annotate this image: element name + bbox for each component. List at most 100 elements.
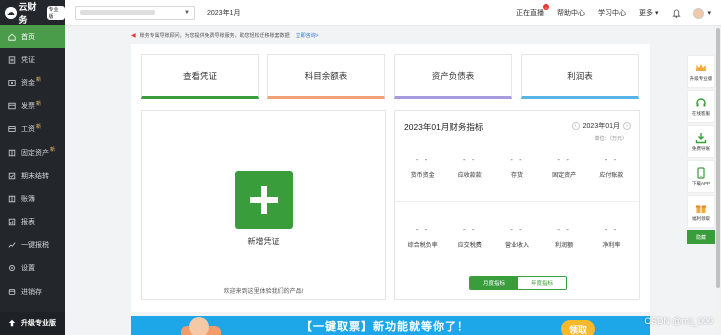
avatar[interactable] bbox=[693, 7, 705, 19]
balance-sheet-tile[interactable]: 资产负债表 bbox=[394, 54, 512, 99]
metric-item: - - 应交税费 bbox=[448, 225, 492, 249]
app-logo[interactable]: ☁ 云财务 专业版 bbox=[0, 0, 65, 25]
sidebar-item-asset[interactable]: 固定资产新 bbox=[0, 141, 65, 164]
annual-indicator-tab[interactable]: 年度指标 bbox=[518, 277, 566, 289]
income-statement-tile[interactable]: 利润表 bbox=[521, 54, 639, 99]
hide-rail-button[interactable]: 隐藏 bbox=[687, 230, 715, 244]
rail-item-import[interactable]: 免费导账 bbox=[687, 125, 715, 158]
sidebar-item-label: 工资 bbox=[21, 126, 35, 134]
rail-item-headset[interactable]: 在线客服 bbox=[687, 90, 715, 123]
sidebar: ☁ 云财务 专业版 首页 凭证 资金新发票新工资新固定资产新期末结转 账簿 报表 一键报税… bbox=[0, 0, 65, 335]
metric-value: - - bbox=[463, 155, 477, 164]
plus-icon bbox=[250, 186, 278, 214]
new-badge: 新 bbox=[50, 146, 56, 153]
current-period[interactable]: 2023年1月 bbox=[207, 8, 240, 18]
banner-text: 【一键取票】新功能就等你了！ bbox=[301, 320, 469, 333]
sidebar-item-fund[interactable]: 资金新 bbox=[0, 71, 65, 94]
view-voucher-tile[interactable]: 查看凭证 bbox=[141, 54, 259, 99]
sidebar-item-label: 发票 bbox=[21, 103, 35, 111]
rail-item-crown[interactable]: 升级专业版 bbox=[687, 55, 715, 88]
more-menu[interactable]: 更多 ▾ bbox=[639, 8, 658, 18]
metric-label: 固定资产 bbox=[552, 173, 577, 179]
metric-value: - - bbox=[415, 155, 430, 164]
next-month-icon[interactable]: › bbox=[623, 122, 631, 130]
invoice-icon bbox=[7, 102, 16, 111]
finance-title: 2023年01月财务指标 bbox=[404, 122, 484, 132]
metric-value: - - bbox=[510, 225, 524, 234]
metric-label: 应交税费 bbox=[457, 243, 482, 249]
notice-bar: ◀ 账务专属导账顾问，为您提供免费导账服务，助您轻松迁移账套数据 立即咨询> bbox=[131, 30, 650, 41]
sidebar-item-label: 资金 bbox=[21, 79, 35, 87]
rail-item-mobile[interactable]: 下载APP bbox=[687, 160, 715, 193]
avatar-chevron-icon[interactable]: ▾ bbox=[707, 9, 711, 17]
report-icon bbox=[7, 218, 16, 227]
sidebar-item-report[interactable]: 报表 bbox=[0, 211, 65, 234]
promo-banner[interactable]: 【一键取票】新功能就等你了！ 领取 bbox=[131, 316, 650, 335]
finance-unit: 单位：（万元） bbox=[594, 136, 627, 142]
metric-label: 存货 bbox=[510, 173, 523, 179]
banner-character-icon bbox=[189, 317, 209, 335]
sidebar-item-invoice[interactable]: 发票新 bbox=[0, 95, 65, 118]
live-label: 正在直播 bbox=[516, 10, 545, 17]
closing-icon bbox=[7, 171, 16, 180]
metric-value: - - bbox=[557, 225, 571, 234]
sidebar-item-closing[interactable]: 期末结转 bbox=[0, 164, 65, 187]
company-selector[interactable]: ▼ bbox=[75, 5, 195, 20]
sidebar-item-salary[interactable]: 工资新 bbox=[0, 118, 65, 141]
sidebar-item-voucher[interactable]: 凭证 bbox=[0, 48, 65, 71]
sidebar-item-inventory[interactable]: 进销存 bbox=[0, 280, 65, 303]
metric-item: - - 存货 bbox=[495, 155, 539, 179]
metric-label: 应付账款 bbox=[599, 173, 624, 179]
rail-item-label: 下载APP bbox=[691, 180, 710, 186]
salary-icon bbox=[7, 125, 16, 134]
bell-icon[interactable] bbox=[671, 8, 681, 18]
metric-item: - - 应付账款 bbox=[589, 155, 633, 179]
banner-claim-button[interactable]: 领取 bbox=[561, 320, 595, 335]
rail-item-label: 免费导账 bbox=[692, 145, 710, 151]
live-badge: • bbox=[543, 4, 550, 10]
megaphone-icon: ◀ bbox=[131, 33, 136, 39]
upgrade-icon bbox=[7, 319, 16, 328]
new-voucher-button[interactable] bbox=[235, 171, 293, 229]
sidebar-item-label: 报表 bbox=[21, 219, 35, 227]
balance-sheet-subject-tile[interactable]: 科目余额表 bbox=[267, 54, 385, 99]
rail-item-gift[interactable]: 福利领取 bbox=[687, 195, 715, 228]
monthly-indicator-tab[interactable]: 月度指标 bbox=[470, 277, 518, 289]
metric-label: 综合税负率 bbox=[407, 243, 438, 249]
metric-value: - - bbox=[463, 225, 477, 234]
metric-item: - - 应收款款 bbox=[448, 155, 492, 179]
sidebar-item-label: 进销存 bbox=[21, 288, 42, 296]
metric-value: - - bbox=[557, 155, 571, 164]
learning-center-link[interactable]: 学习中心 bbox=[598, 8, 626, 18]
rail-item-label: 福利领取 bbox=[692, 215, 710, 221]
metric-item: - - 净利率 bbox=[589, 225, 633, 249]
finance-period[interactable]: 2023年01月 bbox=[583, 121, 620, 131]
voucher-icon bbox=[7, 55, 16, 64]
sidebar-item-settings[interactable]: 设置 bbox=[0, 257, 65, 280]
settings-icon bbox=[7, 264, 16, 273]
rail-item-label: 在线客服 bbox=[692, 110, 710, 116]
crown-icon bbox=[695, 62, 707, 74]
company-name-redacted bbox=[80, 10, 155, 15]
metric-label: 净利率 bbox=[602, 243, 621, 249]
brand-badge: 专业版 bbox=[46, 5, 65, 20]
notice-text: 账务专属导账顾问，为您提供免费导账服务，助您轻松迁移账套数据 bbox=[139, 33, 290, 39]
scrollbar[interactable] bbox=[715, 26, 721, 335]
metric-label: 货币资金 bbox=[410, 173, 435, 179]
scrollbar-thumb[interactable] bbox=[716, 28, 720, 288]
help-center-link[interactable]: 帮助中心 bbox=[557, 8, 585, 18]
upgrade-pro-button[interactable]: 升级专业版 bbox=[0, 311, 65, 335]
asset-icon bbox=[7, 148, 16, 157]
live-link[interactable]: 正在直播 • bbox=[516, 4, 550, 18]
sidebar-item-home[interactable]: 首页 bbox=[0, 25, 65, 49]
sidebar-item-tax[interactable]: 一键报税 bbox=[0, 234, 65, 257]
metric-label: 应收款款 bbox=[457, 173, 482, 179]
metric-value: - - bbox=[604, 155, 619, 164]
divider bbox=[395, 201, 639, 202]
sidebar-item-ledger[interactable]: 账簿 bbox=[0, 187, 65, 210]
prev-month-icon[interactable]: ‹ bbox=[571, 122, 580, 130]
notice-consult-link[interactable]: 立即咨询> bbox=[296, 32, 319, 39]
metric-row-1: - - 货币资金 - - 应收款款 - - 存货 - - 固定资产 - - 应付账款 bbox=[395, 155, 639, 179]
metric-item: - - 营业收入 bbox=[495, 225, 539, 249]
dashboard-card: 查看凭证 科目余额表 资产负债表 利润表 新增凭证 欢迎来到这里体验我们的产品!… bbox=[131, 44, 650, 312]
